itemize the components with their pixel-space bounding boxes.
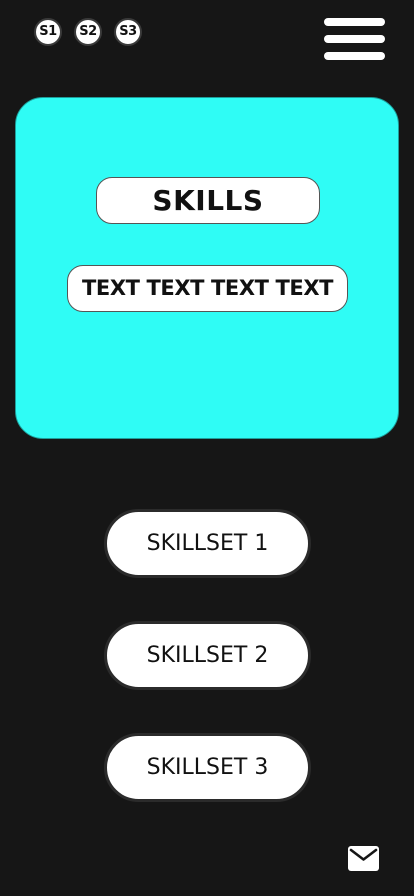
menu-bar-bottom xyxy=(324,52,385,60)
menu-bar-middle xyxy=(324,35,385,43)
slide-button-s1[interactable]: S1 xyxy=(34,18,62,46)
slide-navigation: S1 S2 S3 xyxy=(34,18,142,46)
hamburger-menu-icon[interactable] xyxy=(324,18,385,62)
skills-hero-card: SKILLS TEXT TEXT TEXT TEXT xyxy=(15,97,399,439)
slide-button-s3[interactable]: S3 xyxy=(114,18,142,46)
skills-screen: S1 S2 S3 SKILLS TEXT TEXT TEXT TEXT SKIL… xyxy=(0,0,414,896)
skills-description: TEXT TEXT TEXT TEXT xyxy=(67,265,348,312)
skills-title: SKILLS xyxy=(96,177,320,224)
skillset-3-button[interactable]: SKILLSET 3 xyxy=(104,733,311,802)
slide-button-s2[interactable]: S2 xyxy=(74,18,102,46)
mail-icon[interactable] xyxy=(348,846,379,871)
skillset-2-button[interactable]: SKILLSET 2 xyxy=(104,621,311,690)
menu-bar-top xyxy=(324,18,385,26)
skillset-1-button[interactable]: SKILLSET 1 xyxy=(104,509,311,578)
